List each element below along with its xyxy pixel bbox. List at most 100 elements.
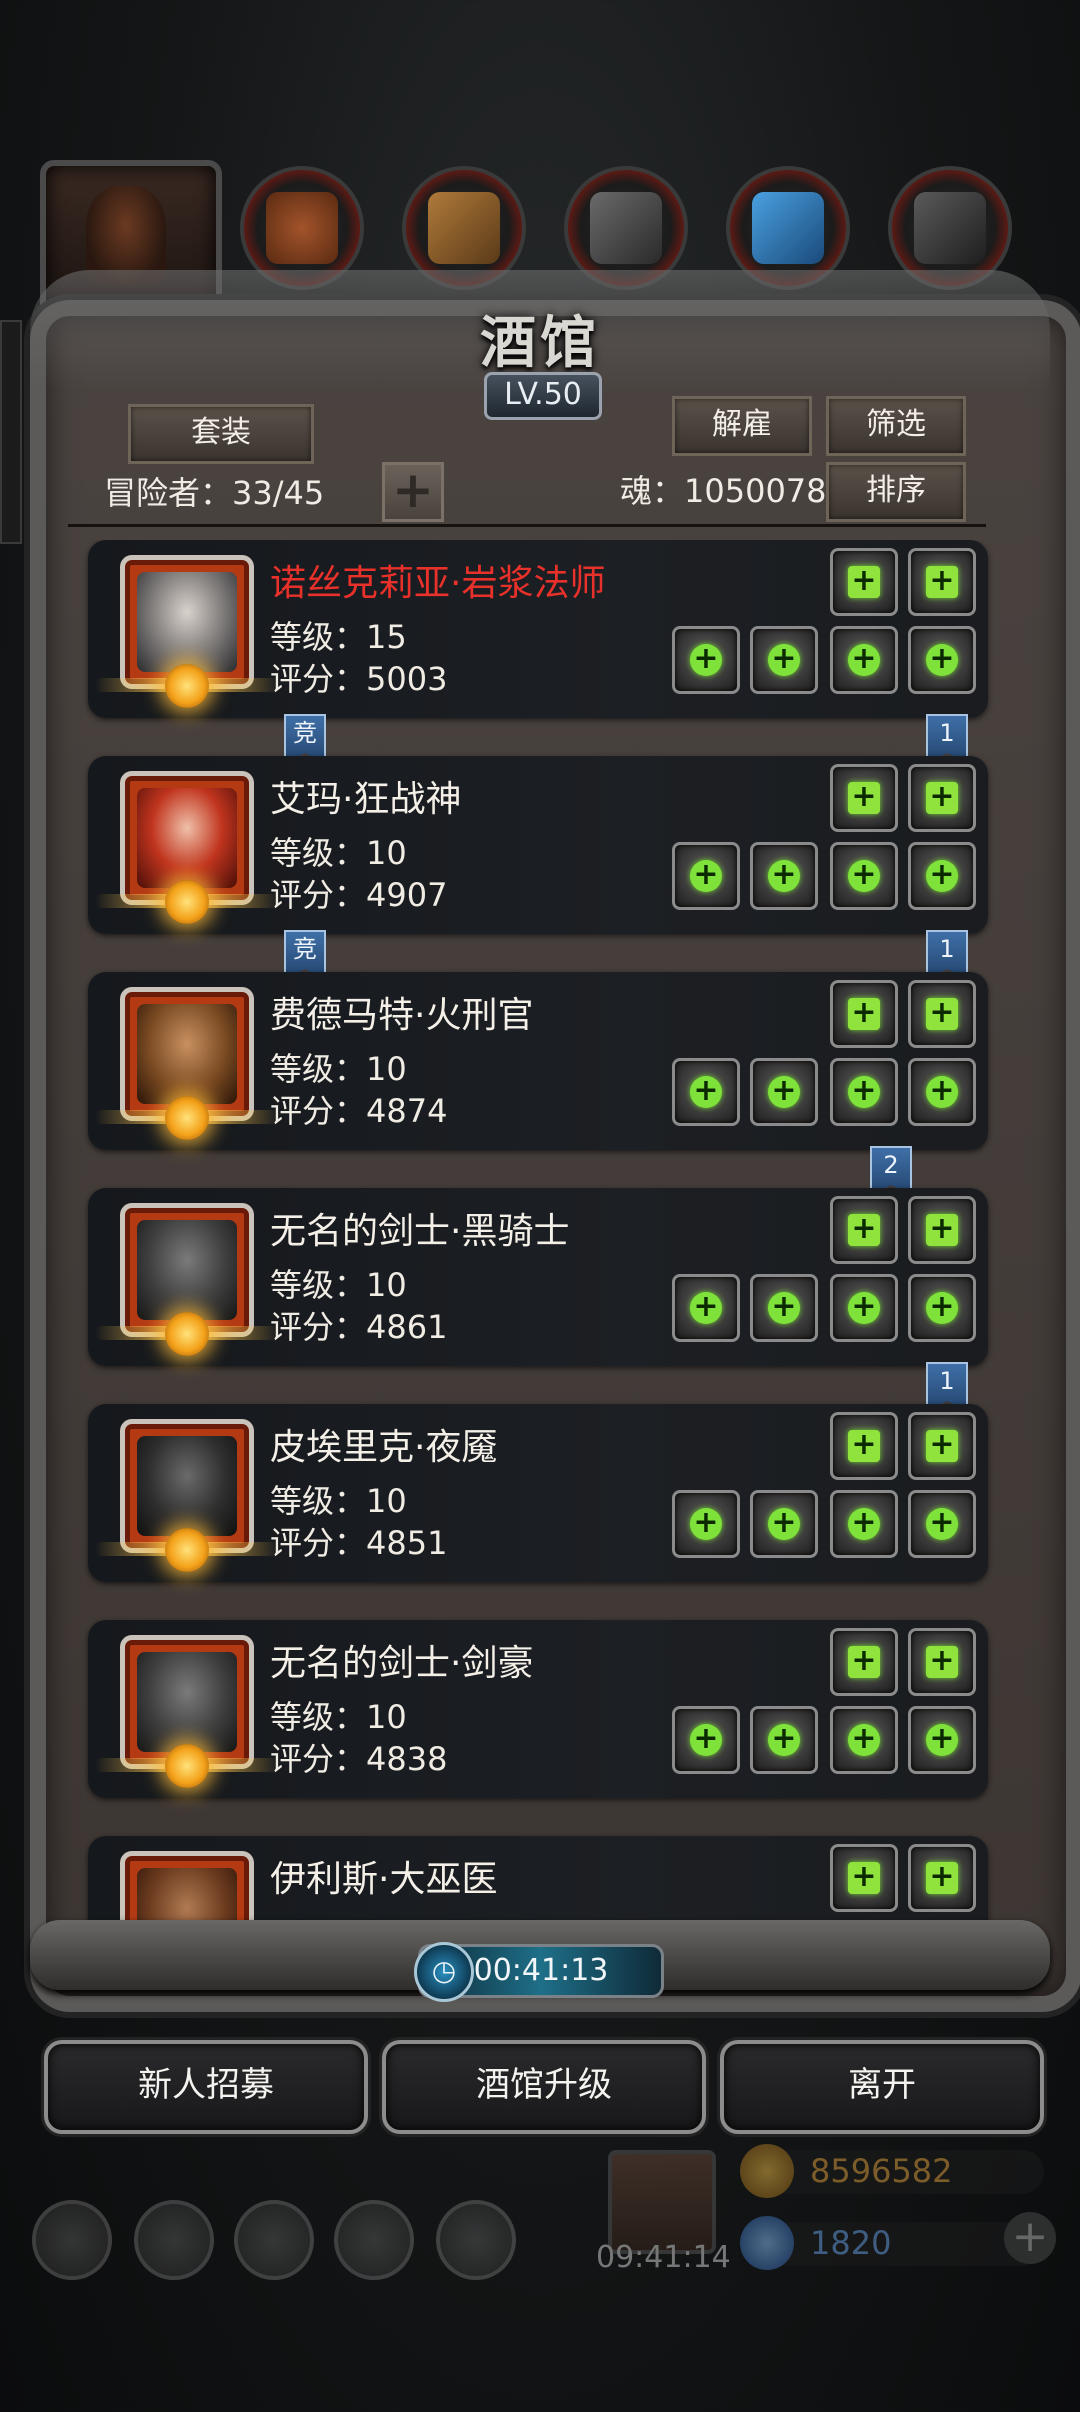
add-equipment-icon: + [848,644,880,676]
gift-timer: 09:41:14 [596,2240,731,2275]
weapon-slot-button[interactable]: + [672,1490,740,1558]
accessory-slot-button[interactable]: + [830,1490,898,1558]
clock-icon: ◷ [414,1942,474,2002]
hero-card[interactable]: 皮埃里克·夜魇 等级：10 评分：4851 + + + + + + [88,1404,988,1582]
add-equipment-icon: + [768,860,800,892]
ring-slot-button[interactable]: + [908,1490,976,1558]
hero-portrait [137,1868,237,1920]
leave-button[interactable]: 离开 [720,2040,1044,2134]
dismiss-button[interactable]: 解雇 [672,396,812,456]
armor-slot-button[interactable]: + [750,842,818,910]
skill-slot-button[interactable]: + [830,1844,898,1912]
armor-slot-button[interactable]: + [750,626,818,694]
meat-resource-icon[interactable] [240,166,364,290]
filter-button[interactable]: 筛选 [826,396,966,456]
hero-score: 评分：4861 [270,1308,448,1346]
add-equipment-icon: + [926,1646,958,1678]
gold-icon [740,2144,794,2198]
hero-card[interactable]: 伊利斯·大巫医 + + [88,1836,988,1920]
hero-card[interactable]: 诺丝克莉亚·岩浆法师 等级：15 评分：5003 + + + + + + [88,540,988,718]
hero-level: 等级：10 [270,834,407,872]
hero-avatar[interactable] [95,987,279,1140]
accessory-slot-button[interactable]: + [830,842,898,910]
hero-avatar[interactable] [95,1635,279,1788]
hero-card[interactable]: 费德马特·火刑官 等级：10 评分：4874 + + + + + + [88,972,988,1150]
ring-slot-button[interactable]: + [908,842,976,910]
hero-avatar[interactable] [95,555,279,708]
weapon-slot-button[interactable]: + [672,1274,740,1342]
skill-slot-button[interactable]: + [908,1412,976,1480]
hero-portrait [137,1004,237,1104]
gem-amount: 1820 [810,2224,892,2262]
add-equipment-icon: + [690,644,722,676]
hero-card[interactable]: 无名的剑士·剑豪 等级：10 评分：4838 + + + + + + [88,1620,988,1798]
skill-slot-button[interactable]: + [908,1628,976,1696]
add-equipment-icon: + [926,1508,958,1540]
add-equipment-icon: + [926,1214,958,1246]
rank-emblem-icon [165,1096,209,1140]
skill-slot-button[interactable]: + [908,548,976,616]
hero-list[interactable]: 诺丝克莉亚·岩浆法师 等级：15 评分：5003 + + + + + + 竞 1 艾玛·狂战神 等级：1… [80,540,1000,1920]
ring-slot-button[interactable]: + [908,626,976,694]
hero-avatar[interactable] [95,1203,279,1356]
skill-slot-button[interactable]: + [830,764,898,832]
adventurer-count: 冒险者：33/45 [104,474,325,512]
accessory-slot-button[interactable]: + [830,1706,898,1774]
panel-title: 酒馆 [480,310,600,376]
skill-slot-button[interactable]: + [908,980,976,1048]
hero-portrait [137,1652,237,1752]
weapon-slot-button[interactable]: + [672,626,740,694]
hero-name: 诺丝克莉亚·岩浆法师 [270,563,606,604]
ring-slot-button[interactable]: + [908,1058,976,1126]
hero-level: 等级：10 [270,1698,407,1736]
weapon-slot-button[interactable]: + [672,1706,740,1774]
rank-emblem-icon [165,664,209,708]
hero-level: 等级：15 [270,618,407,656]
rank-emblem-icon [165,880,209,924]
outfit-button[interactable]: 套装 [128,404,314,464]
hero-name: 艾玛·狂战神 [270,779,462,820]
skill-slot-button[interactable]: + [908,1196,976,1264]
skill-slot-button[interactable]: + [830,1628,898,1696]
recruit-button[interactable]: 新人招募 [44,2040,368,2134]
add-equipment-icon: + [926,860,958,892]
hero-avatar[interactable] [120,1851,254,1920]
add-equipment-icon: + [848,566,880,598]
ring-slot-button[interactable]: + [908,1274,976,1342]
ring-slot-button[interactable]: + [908,1706,976,1774]
tavern-upgrade-button[interactable]: 酒馆升级 [382,2040,706,2134]
weapon-slot-button[interactable]: + [672,1058,740,1126]
hero-card[interactable]: 艾玛·狂战神 等级：10 评分：4907 + + + + + + [88,756,988,934]
armor-slot-button[interactable]: + [750,1706,818,1774]
wood-resource-icon[interactable] [402,166,526,290]
iron-resource-icon[interactable] [564,166,688,290]
add-equipment-icon: + [848,782,880,814]
hero-name: 费德马特·火刑官 [270,995,534,1036]
skill-slot-button[interactable]: + [830,1196,898,1264]
add-equipment-icon: + [926,566,958,598]
skill-slot-button[interactable]: + [830,980,898,1048]
skill-slot-button[interactable]: + [908,764,976,832]
mail-icon [334,2200,414,2280]
weapon-slot-button[interactable]: + [672,842,740,910]
skill-slot-button[interactable]: + [908,1844,976,1912]
add-equipment-icon: + [848,1862,880,1894]
armor-slot-button[interactable]: + [750,1490,818,1558]
armor-slot-button[interactable]: + [750,1058,818,1126]
accessory-slot-button[interactable]: + [830,626,898,694]
add-capacity-button[interactable]: + [382,462,444,522]
add-equipment-icon: + [848,1724,880,1756]
hero-avatar[interactable] [95,1419,279,1572]
hero-card[interactable]: 无名的剑士·黑骑士 等级：10 评分：4861 + + + + + + [88,1188,988,1366]
armor-slot-button[interactable]: + [750,1274,818,1342]
ore-resource-icon[interactable] [888,166,1012,290]
accessory-slot-button[interactable]: + [830,1274,898,1342]
add-equipment-icon: + [926,1430,958,1462]
crystal-resource-icon[interactable] [726,166,850,290]
gold-bar: 8596582 [740,2144,1044,2198]
sort-button[interactable]: 排序 [826,462,966,522]
skill-slot-button[interactable]: + [830,1412,898,1480]
hero-avatar[interactable] [95,771,279,924]
accessory-slot-button[interactable]: + [830,1058,898,1126]
skill-slot-button[interactable]: + [830,548,898,616]
